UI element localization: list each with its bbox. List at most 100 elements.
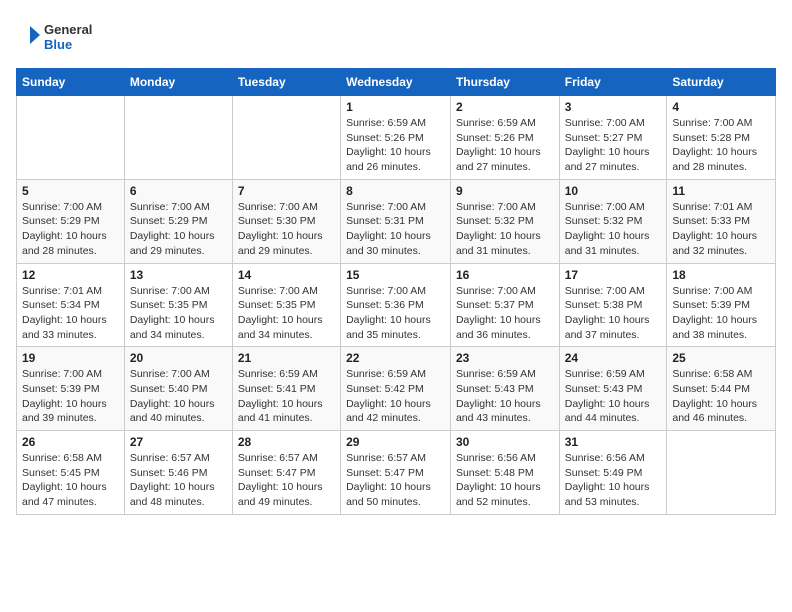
day-info: Sunrise: 7:00 AMSunset: 5:35 PMDaylight:… xyxy=(238,284,335,343)
calendar-cell: 5 Sunrise: 7:00 AMSunset: 5:29 PMDaylight… xyxy=(17,179,125,263)
day-number: 22 xyxy=(346,351,445,365)
calendar-cell: 21 Sunrise: 6:59 AMSunset: 5:41 PMDayligh… xyxy=(232,347,340,431)
day-info: Sunrise: 6:59 AMSunset: 5:41 PMDaylight:… xyxy=(238,367,335,426)
day-number: 27 xyxy=(130,435,227,449)
day-info: Sunrise: 7:00 AMSunset: 5:31 PMDaylight:… xyxy=(346,200,445,259)
day-number: 17 xyxy=(565,268,662,282)
day-info: Sunrise: 7:00 AMSunset: 5:39 PMDaylight:… xyxy=(22,367,119,426)
day-number: 11 xyxy=(672,184,770,198)
day-number: 8 xyxy=(346,184,445,198)
day-info: Sunrise: 6:58 AMSunset: 5:45 PMDaylight:… xyxy=(22,451,119,510)
day-header-saturday: Saturday xyxy=(667,69,776,96)
day-number: 9 xyxy=(456,184,554,198)
day-number: 3 xyxy=(565,100,662,114)
calendar-cell: 29 Sunrise: 6:57 AMSunset: 5:47 PMDayligh… xyxy=(341,431,451,515)
calendar-cell xyxy=(124,96,232,180)
day-info: Sunrise: 6:56 AMSunset: 5:48 PMDaylight:… xyxy=(456,451,554,510)
day-info: Sunrise: 6:58 AMSunset: 5:44 PMDaylight:… xyxy=(672,367,770,426)
day-number: 29 xyxy=(346,435,445,449)
day-number: 28 xyxy=(238,435,335,449)
week-row-4: 19Sunrise: 7:00 AMSunset: 5:39 PMDayligh… xyxy=(17,347,776,431)
calendar-cell: 24 Sunrise: 6:59 AMSunset: 5:43 PMDayligh… xyxy=(559,347,667,431)
week-row-1: 1 Sunrise: 6:59 AMSunset: 5:26 PMDaylight… xyxy=(17,96,776,180)
day-info: Sunrise: 7:01 AMSunset: 5:33 PMDaylight:… xyxy=(672,200,770,259)
page-header: General Blue xyxy=(16,16,776,56)
day-info: Sunrise: 6:59 AMSunset: 5:42 PMDaylight:… xyxy=(346,367,445,426)
day-info: Sunrise: 7:00 AMSunset: 5:36 PMDaylight:… xyxy=(346,284,445,343)
day-info: Sunrise: 7:00 AMSunset: 5:28 PMDaylight:… xyxy=(672,116,770,175)
day-info: Sunrise: 6:59 AMSunset: 5:43 PMDaylight:… xyxy=(456,367,554,426)
day-number: 5 xyxy=(22,184,119,198)
calendar-cell: 3 Sunrise: 7:00 AMSunset: 5:27 PMDaylight… xyxy=(559,96,667,180)
day-info: Sunrise: 7:00 AMSunset: 5:27 PMDaylight:… xyxy=(565,116,662,175)
day-info: Sunrise: 7:00 AMSunset: 5:40 PMDaylight:… xyxy=(130,367,227,426)
calendar-cell: 7Sunrise: 7:00 AMSunset: 5:30 PMDaylight… xyxy=(232,179,340,263)
calendar-cell: 27 Sunrise: 6:57 AMSunset: 5:46 PMDayligh… xyxy=(124,431,232,515)
calendar-cell: 23 Sunrise: 6:59 AMSunset: 5:43 PMDayligh… xyxy=(450,347,559,431)
days-header-row: SundayMondayTuesdayWednesdayThursdayFrid… xyxy=(17,69,776,96)
calendar-cell: 11 Sunrise: 7:01 AMSunset: 5:33 PMDayligh… xyxy=(667,179,776,263)
day-info: Sunrise: 6:57 AMSunset: 5:47 PMDaylight:… xyxy=(238,451,335,510)
calendar-cell: 6 Sunrise: 7:00 AMSunset: 5:29 PMDaylight… xyxy=(124,179,232,263)
week-row-5: 26 Sunrise: 6:58 AMSunset: 5:45 PMDayligh… xyxy=(17,431,776,515)
day-info: Sunrise: 7:00 AMSunset: 5:35 PMDaylight:… xyxy=(130,284,227,343)
calendar-cell xyxy=(17,96,125,180)
calendar-cell: 30Sunrise: 6:56 AMSunset: 5:48 PMDayligh… xyxy=(450,431,559,515)
day-header-friday: Friday xyxy=(559,69,667,96)
day-number: 4 xyxy=(672,100,770,114)
calendar-cell: 26 Sunrise: 6:58 AMSunset: 5:45 PMDayligh… xyxy=(17,431,125,515)
day-number: 25 xyxy=(672,351,770,365)
logo-svg: General Blue xyxy=(16,16,106,56)
day-info: Sunrise: 6:57 AMSunset: 5:46 PMDaylight:… xyxy=(130,451,227,510)
day-info: Sunrise: 7:00 AMSunset: 5:37 PMDaylight:… xyxy=(456,284,554,343)
day-number: 1 xyxy=(346,100,445,114)
calendar-cell: 15 Sunrise: 7:00 AMSunset: 5:36 PMDayligh… xyxy=(341,263,451,347)
calendar-cell: 31 Sunrise: 6:56 AMSunset: 5:49 PMDayligh… xyxy=(559,431,667,515)
day-info: Sunrise: 6:59 AMSunset: 5:26 PMDaylight:… xyxy=(346,116,445,175)
calendar-cell: 2 Sunrise: 6:59 AMSunset: 5:26 PMDaylight… xyxy=(450,96,559,180)
calendar-cell xyxy=(232,96,340,180)
day-info: Sunrise: 7:00 AMSunset: 5:38 PMDaylight:… xyxy=(565,284,662,343)
calendar-table: SundayMondayTuesdayWednesdayThursdayFrid… xyxy=(16,68,776,515)
calendar-cell: 17 Sunrise: 7:00 AMSunset: 5:38 PMDayligh… xyxy=(559,263,667,347)
day-header-monday: Monday xyxy=(124,69,232,96)
day-info: Sunrise: 6:57 AMSunset: 5:47 PMDaylight:… xyxy=(346,451,445,510)
calendar-cell: 20 Sunrise: 7:00 AMSunset: 5:40 PMDayligh… xyxy=(124,347,232,431)
day-number: 26 xyxy=(22,435,119,449)
day-number: 24 xyxy=(565,351,662,365)
day-info: Sunrise: 7:01 AMSunset: 5:34 PMDaylight:… xyxy=(22,284,119,343)
calendar-cell: 19Sunrise: 7:00 AMSunset: 5:39 PMDayligh… xyxy=(17,347,125,431)
day-info: Sunrise: 6:59 AMSunset: 5:26 PMDaylight:… xyxy=(456,116,554,175)
day-number: 6 xyxy=(130,184,227,198)
svg-text:Blue: Blue xyxy=(44,37,72,52)
day-header-thursday: Thursday xyxy=(450,69,559,96)
calendar-cell: 28 Sunrise: 6:57 AMSunset: 5:47 PMDayligh… xyxy=(232,431,340,515)
calendar-cell: 22 Sunrise: 6:59 AMSunset: 5:42 PMDayligh… xyxy=(341,347,451,431)
calendar-cell: 9 Sunrise: 7:00 AMSunset: 5:32 PMDaylight… xyxy=(450,179,559,263)
week-row-3: 12 Sunrise: 7:01 AMSunset: 5:34 PMDayligh… xyxy=(17,263,776,347)
day-info: Sunrise: 7:00 AMSunset: 5:29 PMDaylight:… xyxy=(130,200,227,259)
day-info: Sunrise: 7:00 AMSunset: 5:32 PMDaylight:… xyxy=(456,200,554,259)
day-number: 7 xyxy=(238,184,335,198)
day-info: Sunrise: 7:00 AMSunset: 5:29 PMDaylight:… xyxy=(22,200,119,259)
calendar-cell: 12 Sunrise: 7:01 AMSunset: 5:34 PMDayligh… xyxy=(17,263,125,347)
day-info: Sunrise: 6:59 AMSunset: 5:43 PMDaylight:… xyxy=(565,367,662,426)
day-number: 10 xyxy=(565,184,662,198)
svg-text:General: General xyxy=(44,22,92,37)
day-number: 23 xyxy=(456,351,554,365)
day-number: 21 xyxy=(238,351,335,365)
day-number: 20 xyxy=(130,351,227,365)
day-info: Sunrise: 6:56 AMSunset: 5:49 PMDaylight:… xyxy=(565,451,662,510)
day-number: 31 xyxy=(565,435,662,449)
week-row-2: 5 Sunrise: 7:00 AMSunset: 5:29 PMDaylight… xyxy=(17,179,776,263)
calendar-cell: 13Sunrise: 7:00 AMSunset: 5:35 PMDayligh… xyxy=(124,263,232,347)
day-number: 16 xyxy=(456,268,554,282)
day-number: 2 xyxy=(456,100,554,114)
day-header-wednesday: Wednesday xyxy=(341,69,451,96)
day-number: 14 xyxy=(238,268,335,282)
day-number: 12 xyxy=(22,268,119,282)
calendar-cell: 14 Sunrise: 7:00 AMSunset: 5:35 PMDayligh… xyxy=(232,263,340,347)
day-number: 15 xyxy=(346,268,445,282)
day-header-sunday: Sunday xyxy=(17,69,125,96)
calendar-cell: 10Sunrise: 7:00 AMSunset: 5:32 PMDayligh… xyxy=(559,179,667,263)
